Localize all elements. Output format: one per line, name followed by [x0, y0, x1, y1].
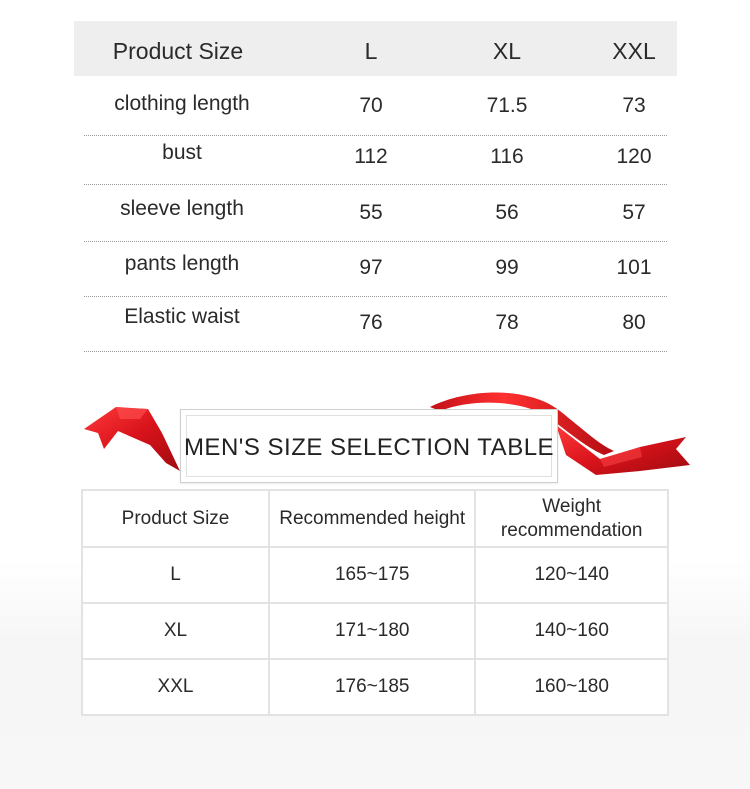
header-size-l: L: [364, 38, 378, 64]
banner-title: MEN'S SIZE SELECTION TABLE: [183, 434, 555, 461]
value-xxl: 120: [616, 145, 652, 168]
value-l: 70: [359, 94, 383, 117]
row-label: Elastic waist: [124, 305, 240, 328]
selection-table-header: Product Size Recommended height Weight r…: [80, 489, 669, 548]
selection-table: Product Size Recommended height Weight r…: [80, 489, 669, 716]
value-xxl: 80: [622, 311, 646, 334]
value-l: 55: [359, 201, 383, 224]
weight-cell: 120~140: [474, 546, 669, 604]
header-product-size: Product Size: [112, 38, 244, 64]
weight-cell: 160~180: [474, 658, 669, 716]
header-size-xxl: XXL: [612, 38, 656, 64]
value-xl: 71.5: [486, 94, 528, 117]
table-row: Elastic waist 76 78 80: [84, 297, 667, 352]
value-xxl: 101: [616, 256, 652, 279]
banner-title-box: MEN'S SIZE SELECTION TABLE: [180, 409, 558, 483]
value-xl: 99: [495, 256, 519, 279]
value-l: 76: [359, 311, 383, 334]
size-table-header: Product Size L XL XXL: [74, 21, 677, 76]
header-weight-recommendation: Weight recommendation: [474, 489, 669, 548]
row-label: pants length: [124, 252, 240, 275]
table-row: XL 171~180 140~160: [80, 602, 669, 660]
table-row: pants length 97 99 101: [84, 243, 667, 297]
header-product-size: Product Size: [80, 489, 271, 548]
section-banner: MEN'S SIZE SELECTION TABLE: [0, 385, 750, 495]
table-row: XXL 176~185 160~180: [80, 658, 669, 716]
header-size-xl: XL: [492, 38, 522, 64]
height-cell: 171~180: [268, 602, 477, 660]
size-cell: XL: [80, 602, 271, 660]
weight-cell: 140~160: [474, 602, 669, 660]
row-label: bust: [162, 141, 202, 164]
header-recommended-height: Recommended height: [268, 489, 477, 548]
height-cell: 165~175: [268, 546, 477, 604]
table-row: bust 112 116 120: [84, 132, 667, 185]
size-cell: L: [80, 546, 271, 604]
height-cell: 176~185: [268, 658, 477, 716]
table-row: sleeve length 55 56 57: [84, 188, 667, 242]
value-l: 97: [359, 256, 383, 279]
value-xl: 116: [490, 145, 524, 168]
value-xl: 56: [495, 201, 519, 224]
size-cell: XXL: [80, 658, 271, 716]
value-xxl: 57: [622, 201, 646, 224]
row-label: clothing length: [114, 92, 250, 115]
value-xl: 78: [495, 311, 519, 334]
value-xxl: 73: [622, 94, 646, 117]
row-label: sleeve length: [120, 197, 244, 220]
table-row: L 165~175 120~140: [80, 546, 669, 604]
table-row: clothing length 70 71.5 73: [84, 82, 667, 136]
value-l: 112: [354, 145, 388, 168]
